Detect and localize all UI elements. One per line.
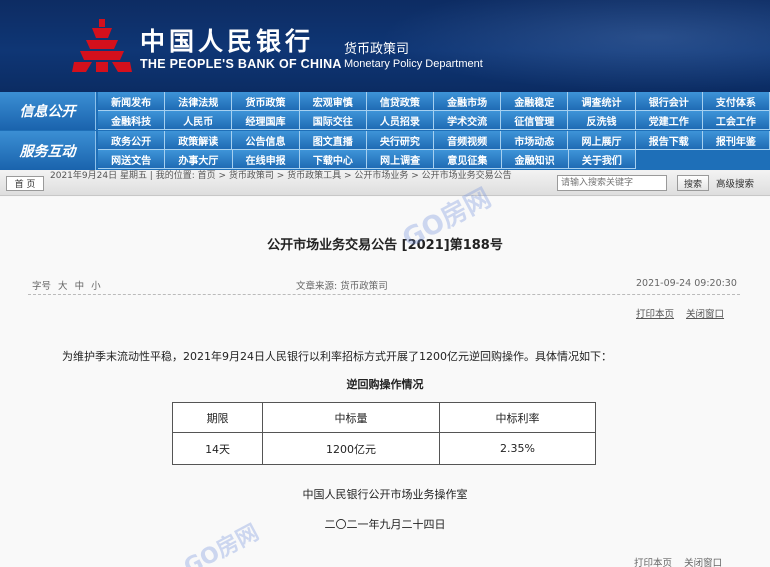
- article-source: 文章来源: 货币政策司: [296, 281, 388, 292]
- nav-item[interactable]: 学术交流: [434, 111, 502, 130]
- nav-item[interactable]: 图文直播: [299, 131, 367, 150]
- font-size-medium[interactable]: 中: [75, 281, 85, 292]
- nav-item[interactable]: 金融科技: [98, 111, 166, 130]
- nav-item[interactable]: 市场动态: [501, 131, 569, 150]
- main-nav: 信息公开 服务互动 新闻发布 法律法规 货币政策 宏观审慎 信贷政策 金融市场 …: [0, 92, 770, 170]
- page-title: 公开市场业务交易公告 [2021]第188号: [267, 238, 503, 253]
- nav-item[interactable]: 金融知识: [501, 150, 569, 169]
- nav-item[interactable]: 新闻发布: [98, 92, 166, 111]
- nav-item[interactable]: 下载中心: [299, 150, 367, 169]
- nav-section-info-disclosure[interactable]: 信息公开: [0, 92, 96, 130]
- table-cell: 14天: [171, 432, 264, 465]
- font-size-selector: 字号 大 中 小: [32, 278, 101, 292]
- nav-item[interactable]: 金融稳定: [501, 92, 569, 111]
- nav-item[interactable]: 宏观审慎: [299, 92, 367, 111]
- site-header: 中国人民银行 THE PEOPLE'S BANK OF CHINA 货币政策司 …: [0, 0, 770, 92]
- search-input[interactable]: [557, 175, 667, 191]
- article-content: 公开市场业务交易公告 [2021]第188号 字号 大 中 小 文章来源: 货币…: [0, 197, 770, 567]
- table-caption: 逆回购操作情况: [346, 378, 424, 391]
- table-header-cell: 中标量: [262, 402, 440, 433]
- nav-item[interactable]: 政策解读: [165, 131, 233, 150]
- nav-item[interactable]: 国际交往: [299, 111, 367, 130]
- article-date: 二〇二一年九月二十四日: [324, 518, 446, 531]
- close-window-link[interactable]: 关闭窗口: [686, 306, 724, 320]
- nav-item[interactable]: 报刊年鉴: [702, 131, 770, 150]
- nav-item[interactable]: 银行会计: [635, 92, 703, 111]
- nav-item[interactable]: 公告信息: [232, 131, 300, 150]
- nav-item[interactable]: 党建工作: [635, 111, 703, 130]
- font-size-label: 字号: [32, 281, 52, 292]
- advanced-search-link[interactable]: 高级搜索: [716, 176, 754, 190]
- nav-item[interactable]: 人民币: [165, 111, 233, 130]
- department-name-en: Monetary Policy Department: [344, 58, 483, 70]
- nav-item[interactable]: 征信管理: [501, 111, 569, 130]
- header-sheen: [380, 0, 770, 92]
- nav-item[interactable]: 经理国库: [232, 111, 300, 130]
- nav-item[interactable]: 关于我们: [568, 150, 636, 169]
- font-size-small[interactable]: 小: [91, 281, 101, 292]
- nav-item[interactable]: 办事大厅: [165, 150, 233, 169]
- table-cell: 2.35%: [438, 432, 597, 465]
- divider: [28, 294, 740, 295]
- nav-row-4: 网送文告 办事大厅 在线申报 下载中心 网上调查 意见征集 金融知识 关于我们: [98, 150, 636, 169]
- table-header-row: 期限 中标量 中标利率: [171, 402, 597, 433]
- pboc-emblem-icon[interactable]: [72, 16, 132, 74]
- nav-item[interactable]: 工会工作: [702, 111, 770, 130]
- reverse-repo-table: 期限 中标量 中标利率 14天 1200亿元 2.35%: [171, 402, 597, 465]
- nav-item[interactable]: 报告下载: [635, 131, 703, 150]
- nav-row-2: 金融科技 人民币 经理国库 国际交往 人员招录 学术交流 征信管理 反洗钱 党建…: [98, 111, 770, 130]
- table-header-cell: 中标利率: [438, 402, 597, 433]
- search-button[interactable]: 搜索: [677, 175, 709, 191]
- department-name-cn: 货币政策司: [344, 42, 410, 57]
- font-size-large[interactable]: 大: [58, 281, 68, 292]
- nav-item[interactable]: 在线申报: [232, 150, 300, 169]
- bottom-links[interactable]: 打印本页 关闭窗口: [634, 555, 722, 567]
- print-page-link[interactable]: 打印本页: [636, 306, 674, 320]
- nav-item[interactable]: 支付体系: [702, 92, 770, 111]
- nav-item[interactable]: 网送文告: [98, 150, 166, 169]
- article-timestamp: 2021-09-24 09:20:30: [636, 278, 737, 289]
- nav-item[interactable]: 人员招录: [366, 111, 435, 130]
- article-body: 为维护季末流动性平稳，2021年9月24日人民银行以利率招标方式开展了1200亿…: [62, 350, 612, 363]
- home-button[interactable]: 首 页: [6, 176, 44, 191]
- table-cell: 1200亿元: [262, 432, 440, 465]
- bank-name-en: THE PEOPLE'S BANK OF CHINA: [140, 57, 342, 71]
- nav-item[interactable]: 信贷政策: [366, 92, 435, 111]
- nav-item[interactable]: 央行研究: [366, 131, 435, 150]
- nav-item[interactable]: 音频视频: [434, 131, 502, 150]
- nav-item[interactable]: 金融市场: [434, 92, 502, 111]
- nav-item[interactable]: 网上调查: [367, 150, 435, 169]
- nav-item[interactable]: 反洗钱: [568, 111, 636, 130]
- page: 中国人民银行 THE PEOPLE'S BANK OF CHINA 货币政策司 …: [0, 0, 770, 567]
- nav-row-3: 政务公开 政策解读 公告信息 图文直播 央行研究 音频视频 市场动态 网上展厅 …: [98, 131, 770, 150]
- nav-item[interactable]: 调查统计: [568, 92, 636, 111]
- nav-item[interactable]: 网上展厅: [568, 131, 636, 150]
- nav-row-1: 新闻发布 法律法规 货币政策 宏观审慎 信贷政策 金融市场 金融稳定 调查统计 …: [98, 92, 770, 111]
- breadcrumb-bar: 首 页 2021年9月24日 星期五 | 我的位置: 首页 > 货币政策司 > …: [0, 170, 770, 196]
- article-signature: 中国人民银行公开市场业务操作室: [302, 488, 468, 501]
- nav-item[interactable]: 货币政策: [232, 92, 300, 111]
- bank-name-cn: 中国人民银行: [140, 27, 315, 56]
- table-header-cell: 期限: [171, 402, 264, 433]
- table-row: 14天 1200亿元 2.35%: [171, 432, 597, 465]
- nav-item[interactable]: 法律法规: [165, 92, 233, 111]
- nav-section-service-interaction[interactable]: 服务互动: [0, 131, 96, 170]
- nav-item[interactable]: 政务公开: [98, 131, 166, 150]
- nav-item[interactable]: 意见征集: [434, 150, 502, 169]
